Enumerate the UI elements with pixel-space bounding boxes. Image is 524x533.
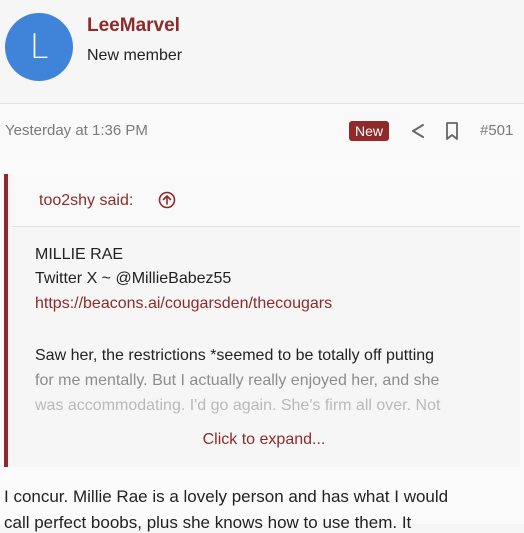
new-badge: New — [349, 121, 390, 141]
quote-url-link[interactable]: https://beacons.ai/cougarsden/thecougars — [35, 295, 332, 312]
quote-line: MILLIE RAE — [35, 246, 124, 263]
quote-line: for me mentally. But I actually really e… — [35, 372, 440, 389]
quote-author[interactable]: too2shy said: — [39, 192, 133, 210]
bookmark-icon[interactable] — [443, 121, 461, 141]
quote-block: too2shy said: MILLIE RAE Twitter X ~ @Mi… — [4, 174, 520, 467]
user-title: New member — [87, 47, 183, 64]
reply-text-line: I concur. Millie Rae is a lovely person … — [4, 487, 449, 506]
quote-line: Saw her, the restrictions *seemed to be … — [35, 347, 435, 364]
quote-header: too2shy said: — [12, 174, 520, 227]
post-timestamp[interactable]: Yesterday at 1:36 PM — [5, 122, 148, 139]
share-icon[interactable] — [408, 121, 428, 141]
avatar[interactable]: L — [5, 13, 73, 81]
username[interactable]: LeeMarvel — [87, 15, 180, 37]
quote-line: Twitter X ~ @MillieBabez55 — [35, 270, 232, 287]
quote-link[interactable]: https://beacons.ai/cougarsden/thecougars — [35, 295, 332, 313]
post-header: L LeeMarvel New member — [0, 0, 524, 104]
post-number-link[interactable]: #501 — [480, 122, 513, 139]
arrow-up-circle-icon[interactable] — [158, 191, 176, 209]
quote-line: was accommodating. I'd go again. She's f… — [35, 397, 441, 414]
reply-text-line: call perfect boobs, plus she knows how t… — [4, 513, 412, 532]
expand-quote-button[interactable]: Click to expand... — [8, 431, 520, 449]
